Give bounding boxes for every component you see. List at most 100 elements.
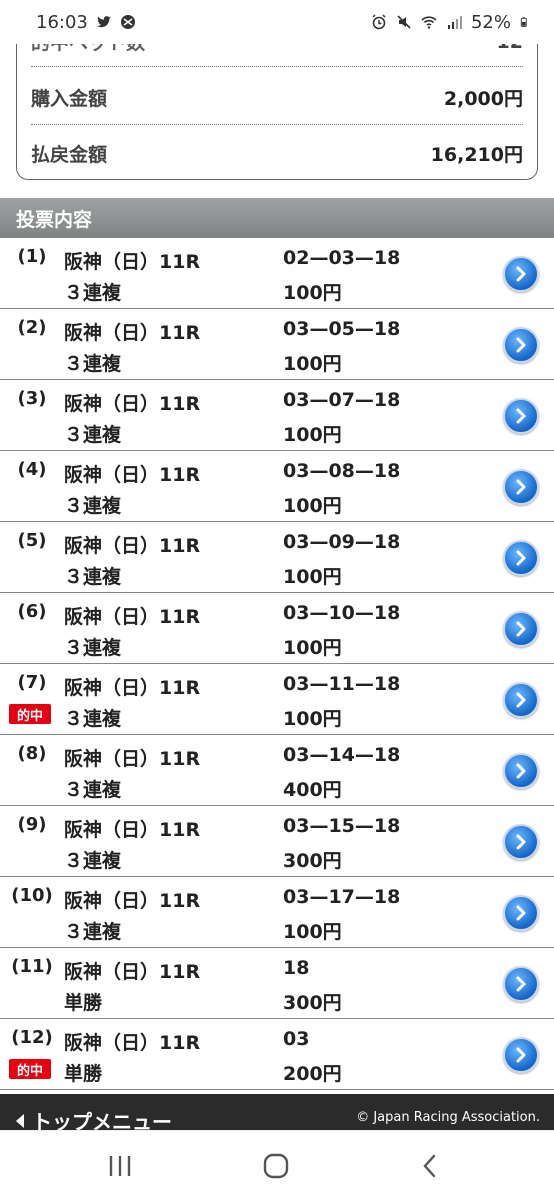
- ticket-combination: 03—10—18: [283, 602, 401, 624]
- detail-arrow-button[interactable]: [503, 895, 539, 931]
- ticket-number: (11): [11, 956, 53, 977]
- detail-arrow-button[interactable]: [503, 682, 539, 718]
- ticket-combination: 03—14—18: [283, 744, 401, 766]
- detail-arrow-button[interactable]: [503, 611, 539, 647]
- ticket-number: (10): [11, 885, 53, 906]
- detail-arrow-button[interactable]: [503, 398, 539, 434]
- detail-arrow-button[interactable]: [503, 824, 539, 860]
- divider: [31, 124, 523, 125]
- ticket-bet-type: ３連複: [64, 566, 122, 588]
- ticket-row[interactable]: (8) 阪神（日）11R ３連複 03—14—18 400円: [0, 735, 554, 806]
- detail-arrow-button[interactable]: [503, 256, 539, 292]
- ticket-amount: 300円: [283, 850, 342, 872]
- ticket-bet-type: ３連複: [64, 779, 122, 801]
- ticket-number: (9): [17, 814, 47, 835]
- status-bar: 16:03 52%: [0, 0, 554, 44]
- chevron-right-icon: [516, 905, 526, 921]
- summary-value: 16,210円: [430, 144, 523, 166]
- chevron-right-icon: [516, 337, 526, 353]
- ticket-combination: 03—07—18: [283, 389, 401, 411]
- chevron-right-icon: [516, 550, 526, 566]
- ticket-row[interactable]: (9) 阪神（日）11R ３連複 03—15—18 300円: [0, 806, 554, 877]
- home-button[interactable]: [256, 1149, 296, 1183]
- ticket-combination: 18: [283, 957, 310, 979]
- chevron-right-icon: [516, 692, 526, 708]
- ticket-venue: 阪神（日）11R: [64, 322, 201, 344]
- chevron-right-icon: [516, 266, 526, 282]
- ticket-row[interactable]: (2) 阪神（日）11R ３連複 03—05—18 100円: [0, 309, 554, 380]
- ticket-amount: 100円: [283, 282, 342, 304]
- ticket-number: (4): [17, 459, 47, 480]
- ticket-venue: 阪神（日）11R: [64, 606, 201, 628]
- status-right: 52%: [371, 12, 530, 33]
- back-icon: [423, 1154, 436, 1178]
- ticket-row[interactable]: (6) 阪神（日）11R ３連複 03—10—18 100円: [0, 593, 554, 664]
- summary-value: 2,000円: [443, 88, 523, 110]
- detail-arrow-button[interactable]: [503, 966, 539, 1002]
- signal-icon: [447, 16, 462, 29]
- summary-row-purchase-amount: 購入金額 2,000円: [31, 84, 523, 111]
- ticket-number: (8): [17, 743, 47, 764]
- ticket-combination: 03—15—18: [283, 815, 401, 837]
- recent-apps-icon: [109, 1156, 131, 1176]
- divider: [31, 66, 523, 67]
- ticket-combination: 03: [283, 1028, 310, 1050]
- ticket-amount: 100円: [283, 637, 342, 659]
- ticket-number: (6): [17, 601, 47, 622]
- ticket-bet-type: ３連複: [64, 353, 122, 375]
- battery-icon: [520, 17, 527, 27]
- ticket-venue: 阪神（日）11R: [64, 961, 201, 983]
- ticket-row[interactable]: (4) 阪神（日）11R ３連複 03—08—18 100円: [0, 451, 554, 522]
- mute-icon: [397, 15, 411, 29]
- detail-arrow-button[interactable]: [503, 327, 539, 363]
- recent-apps-button[interactable]: [100, 1149, 140, 1183]
- detail-arrow-button[interactable]: [503, 540, 539, 576]
- summary-label: 購入金額: [31, 88, 108, 110]
- ticket-bet-type: ３連複: [64, 850, 122, 872]
- ticket-venue: 阪神（日）11R: [64, 393, 201, 415]
- ticket-row[interactable]: (1) 阪神（日）11R ３連複 02—03—18 100円: [0, 238, 554, 309]
- ticket-amount: 100円: [283, 495, 342, 517]
- ticket-bet-type: ３連複: [64, 637, 122, 659]
- detail-arrow-button[interactable]: [503, 469, 539, 505]
- ticket-combination: 03—17—18: [283, 886, 401, 908]
- home-icon: [263, 1153, 289, 1179]
- section-header: 投票内容: [0, 198, 554, 238]
- summary-label: 払戻金額: [31, 144, 108, 166]
- ticket-amount: 300円: [283, 992, 342, 1014]
- chevron-right-icon: [516, 763, 526, 779]
- ticket-number: (12): [11, 1027, 53, 1048]
- detail-arrow-button[interactable]: [503, 1037, 539, 1073]
- ticket-row[interactable]: (5) 阪神（日）11R ３連複 03—09—18 100円: [0, 522, 554, 593]
- detail-arrow-button[interactable]: [503, 753, 539, 789]
- purchase-summary: 的中ベット数 12 購入金額 2,000円 払戻金額 16,210円: [16, 30, 538, 180]
- copyright-text: © Japan Racing Association.: [356, 1110, 540, 1125]
- chevron-right-icon: [516, 1047, 526, 1063]
- ticket-row[interactable]: (12) 的中 阪神（日）11R 単勝 03 200円: [0, 1019, 554, 1090]
- section-title: 投票内容: [16, 208, 93, 231]
- ticket-venue: 阪神（日）11R: [64, 1032, 201, 1054]
- ticket-number: (5): [17, 530, 47, 551]
- ticket-amount: 100円: [283, 424, 342, 446]
- battery-percent: 52%: [470, 11, 511, 33]
- alarm-icon: [372, 14, 386, 30]
- ticket-amount: 400円: [283, 779, 342, 801]
- ticket-row[interactable]: (3) 阪神（日）11R ３連複 03—07—18 100円: [0, 380, 554, 451]
- summary-row-payout-amount: 払戻金額 16,210円: [31, 140, 523, 167]
- ticket-row[interactable]: (7) 的中 阪神（日）11R ３連複 03—11—18 100円: [0, 664, 554, 735]
- chevron-right-icon: [516, 408, 526, 424]
- ticket-combination: 03—09—18: [283, 531, 401, 553]
- ticket-bet-type: 単勝: [64, 1063, 103, 1085]
- ticket-venue: 阪神（日）11R: [64, 251, 201, 273]
- ticket-row[interactable]: (11) 阪神（日）11R 単勝 18 300円: [0, 948, 554, 1019]
- back-button[interactable]: [410, 1149, 450, 1183]
- ticket-bet-type: ３連複: [64, 495, 122, 517]
- ticket-venue: 阪神（日）11R: [64, 535, 201, 557]
- footer-bar: トップメニュー © Japan Racing Association.: [0, 1094, 554, 1134]
- ticket-list: (1) 阪神（日）11R ３連複 02—03—18 100円 (2) 阪神（日）…: [0, 238, 554, 1090]
- ticket-row[interactable]: (10) 阪神（日）11R ３連複 03—17—18 100円: [0, 877, 554, 948]
- ticket-combination: 02—03—18: [283, 247, 401, 269]
- chevron-right-icon: [516, 479, 526, 495]
- ticket-venue: 阪神（日）11R: [64, 748, 201, 770]
- triangle-left-icon: [16, 1113, 24, 1128]
